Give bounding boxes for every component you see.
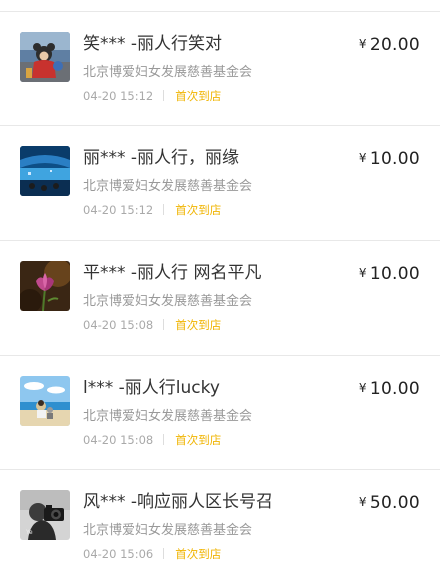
donation-time: 04-20 15:08 (83, 318, 154, 332)
meta-divider (163, 90, 165, 101)
meta-divider (163, 548, 165, 559)
currency-symbol: ¥ (358, 151, 367, 165)
donation-meta: 04-20 15:06 首次到店 (83, 545, 221, 563)
donor-name: 丽*** -丽人行，丽缘 (83, 148, 240, 168)
donation-meta: 04-20 15:08 首次到店 (83, 431, 221, 449)
charity-name: 北京博爱妇女发展慈善基金会 (83, 65, 253, 80)
donor-name: 笑*** -丽人行笑对 (83, 34, 223, 54)
donor-avatar: Ye (20, 490, 70, 540)
donation-row[interactable]: 笑*** -丽人行笑对 北京博爱妇女发展慈善基金会 04-20 15:12 首次到… (0, 11, 440, 125)
charity-name: 北京博爱妇女发展慈善基金会 (83, 523, 253, 538)
donation-amount: ¥10.00 (359, 374, 420, 403)
donation-meta: 04-20 15:12 首次到店 (83, 87, 221, 105)
currency-symbol: ¥ (358, 266, 367, 280)
donation-amount: ¥10.00 (359, 259, 420, 288)
donation-amount: ¥20.00 (359, 30, 420, 59)
charity-name: 北京博爱妇女发展慈善基金会 (83, 409, 253, 424)
donor-name: l*** -丽人行lucky (83, 378, 220, 398)
currency-symbol: ¥ (358, 37, 367, 51)
donation-meta: 04-20 15:12 首次到店 (83, 201, 221, 219)
donor-avatar (20, 261, 70, 311)
donation-meta: 04-20 15:08 首次到店 (83, 316, 221, 334)
donation-list: 笑*** -丽人行笑对 北京博爱妇女发展慈善基金会 04-20 15:12 首次到… (0, 0, 440, 572)
amount-value: 20.00 (369, 35, 420, 55)
donation-time: 04-20 15:12 (83, 203, 154, 217)
meta-divider (163, 204, 165, 215)
donation-time: 04-20 15:06 (83, 547, 154, 561)
currency-symbol: ¥ (358, 495, 367, 509)
donor-avatar (20, 146, 70, 196)
charity-name: 北京博爱妇女发展慈善基金会 (83, 294, 253, 309)
donation-row[interactable]: Ye 风*** -响应丽人区长号召 北京博爱妇女发展慈善基金会 04-20 15… (0, 469, 440, 583)
amount-value: 10.00 (369, 264, 420, 284)
amount-value: 10.00 (369, 379, 420, 399)
amount-value: 10.00 (369, 149, 420, 169)
charity-name: 北京博爱妇女发展慈善基金会 (83, 179, 253, 194)
meta-divider (163, 319, 165, 330)
meta-divider (163, 434, 165, 445)
amount-value: 50.00 (369, 493, 420, 513)
donor-name: 平*** -丽人行 网名平凡 (83, 263, 262, 283)
first-visit-tag: 首次到店 (175, 547, 222, 561)
donation-amount: ¥50.00 (359, 488, 420, 517)
donation-time: 04-20 15:08 (83, 433, 154, 447)
svg-text:Ye: Ye (25, 529, 33, 536)
donation-row[interactable]: l*** -丽人行lucky 北京博爱妇女发展慈善基金会 04-20 15:08… (0, 355, 440, 469)
first-visit-tag: 首次到店 (175, 203, 222, 217)
donor-avatar (20, 32, 70, 82)
donor-name: 风*** -响应丽人区长号召 (83, 492, 274, 512)
first-visit-tag: 首次到店 (175, 318, 222, 332)
first-visit-tag: 首次到店 (175, 89, 222, 103)
donor-avatar (20, 376, 70, 426)
donation-amount: ¥10.00 (359, 144, 420, 173)
donation-row[interactable]: 平*** -丽人行 网名平凡 北京博爱妇女发展慈善基金会 04-20 15:08… (0, 240, 440, 354)
first-visit-tag: 首次到店 (175, 433, 222, 447)
donation-row[interactable]: 丽*** -丽人行，丽缘 北京博爱妇女发展慈善基金会 04-20 15:12 首次… (0, 125, 440, 239)
currency-symbol: ¥ (358, 381, 367, 395)
donation-time: 04-20 15:12 (83, 89, 154, 103)
